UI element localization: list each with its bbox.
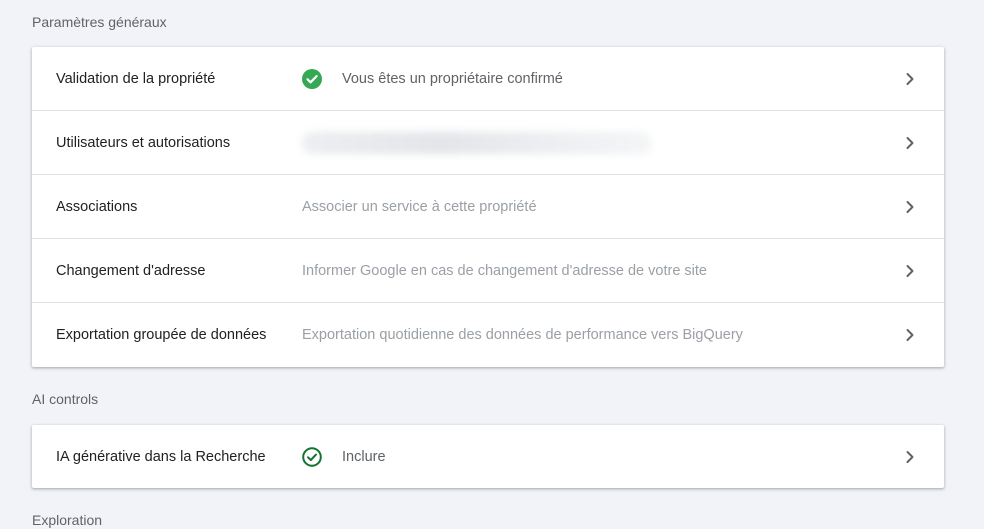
row-value-text: Vous êtes un propriétaire confirmé: [342, 70, 563, 87]
row-value: Exportation quotidienne des données de p…: [302, 327, 743, 343]
check-circle-outline-icon: [302, 446, 322, 467]
chevron-right-icon: [906, 136, 914, 149]
section-title-exploration: Exploration: [32, 512, 103, 528]
section-title-general: Paramètres généraux: [32, 14, 167, 30]
row-change-of-address[interactable]: Changement d'adresse Informer Google en …: [32, 239, 944, 303]
row-value: [302, 131, 652, 154]
chevron-right-icon: [906, 329, 914, 341]
row-label: Associations: [56, 198, 138, 215]
row-users-permissions[interactable]: Utilisateurs et autorisations: [32, 111, 944, 175]
row-value: Associer un service à cette propriété: [302, 198, 537, 215]
row-value: Vous êtes un propriétaire confirmé: [302, 68, 563, 89]
row-value: Inclure: [302, 446, 386, 467]
chevron-right-icon: [906, 450, 914, 463]
row-label: Validation de la propriété: [56, 70, 216, 87]
row-value-text: Inclure: [342, 448, 386, 465]
row-bulk-data-export[interactable]: Exportation groupée de données Exportati…: [32, 303, 944, 367]
section-title-ai-controls: AI controls: [32, 391, 99, 407]
chevron-right-icon: [906, 200, 914, 213]
row-label: Utilisateurs et autorisations: [56, 134, 231, 151]
row-associations[interactable]: Associations Associer un service à cette…: [32, 175, 944, 239]
row-label: Exportation groupée de données: [56, 327, 267, 343]
check-circle-filled-icon: [302, 68, 322, 89]
general-settings-card: Validation de la propriété Vous êtes un …: [32, 47, 944, 367]
row-label: IA générative dans la Recherche: [56, 448, 266, 465]
redacted-content: [302, 131, 652, 154]
row-value: Informer Google en cas de changement d'a…: [302, 262, 707, 279]
ai-controls-card: IA générative dans la Recherche Inclure: [32, 425, 944, 488]
chevron-right-icon: [906, 72, 914, 85]
row-property-validation[interactable]: Validation de la propriété Vous êtes un …: [32, 47, 944, 111]
chevron-right-icon: [906, 264, 914, 277]
row-label: Changement d'adresse: [56, 262, 206, 279]
row-generative-ai-search[interactable]: IA générative dans la Recherche Inclure: [32, 425, 944, 488]
